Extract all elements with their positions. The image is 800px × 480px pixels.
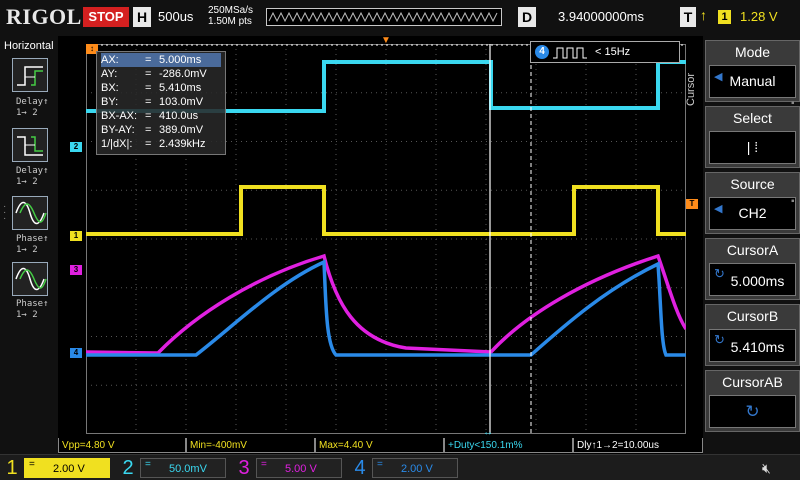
trigger-level-marker[interactable]: T — [686, 199, 698, 209]
cursor-a-button[interactable]: CursorA ↻ 5.000ms — [705, 238, 800, 300]
acquisition-info: 250MSa/s 1.50M pts — [208, 5, 253, 27]
status-bar: RIGOL STOP H 500us 250MSa/s 1.50M pts D … — [0, 0, 800, 36]
cursor-b-title: CursorB — [726, 308, 779, 324]
memory-overview-bar — [266, 8, 502, 26]
measure-duty[interactable]: +Duty<150.1m% — [444, 438, 573, 453]
run-stop-button[interactable]: STOP — [83, 7, 129, 27]
ch1-coupling: = — [29, 459, 35, 470]
phase-fall-button[interactable] — [12, 262, 48, 296]
ch2-number: 2 — [122, 457, 134, 479]
cursor-ab-title: CursorAB — [722, 374, 783, 390]
trigger-edge-icon: ↑ — [700, 7, 707, 23]
cursor-ab-button[interactable]: CursorAB ↻ — [705, 370, 800, 432]
cursor-dx-row: BX-AX: = 410.0us — [101, 110, 199, 122]
frequency-counter[interactable]: 4 < 15Hz — [530, 41, 680, 63]
trigger-label: T — [680, 7, 696, 27]
delay-rise-icon — [17, 66, 43, 86]
ch4-scale: 2.00 V — [401, 463, 433, 475]
horizontal-menu: Horizontal Delay↑ 1→ 2 Delay↑ 1→ 2 · · · P… — [0, 36, 58, 454]
timebase-value[interactable]: 500us — [158, 9, 193, 24]
delay-rise-button[interactable] — [12, 58, 48, 92]
ch1-status[interactable]: 1 = 2.00 V — [0, 455, 114, 480]
ch3-number: 3 — [238, 457, 250, 479]
cursor-ab-knob-icon: ↻ — [745, 402, 760, 421]
select-title: Select — [733, 110, 772, 126]
select-value: | ⁞ — [746, 139, 759, 155]
ch2-marker[interactable]: 2 — [70, 142, 82, 152]
cursor-readout: AX: = 5.000ms AY: = -286.0mV BX: = 5.410ms BY:… — [96, 51, 226, 155]
mode-button[interactable]: Mode ◀ Manual — [705, 40, 800, 102]
phase-rise-icon — [15, 201, 47, 225]
ch3-marker[interactable]: 3 — [70, 265, 82, 275]
source-title: Source — [730, 176, 775, 192]
trigger-level[interactable]: 1.28 V — [740, 9, 778, 24]
freq-value: < 15Hz — [595, 46, 631, 58]
cursor-ay-row: AY: = -286.0mV — [101, 68, 207, 80]
measure-vpp[interactable]: Vpp=4.80 V — [58, 438, 186, 453]
trigger-source: 1 — [718, 10, 731, 24]
ch2-scale: 50.0mV — [169, 463, 207, 475]
source-button[interactable]: Source ◀ CH2 — [705, 172, 800, 234]
phase-fall-icon — [15, 267, 47, 291]
measure-delay[interactable]: Dly↑1→2=10.00us — [573, 438, 703, 453]
cursor-menu: Cursor Mode ◀ Manual Select | ⁞ Source ◀… — [685, 36, 800, 454]
delay-fall-button[interactable] — [12, 128, 48, 162]
ch4-coupling: = — [377, 459, 383, 470]
delay-value[interactable]: 3.94000000ms — [558, 9, 644, 24]
cursor-bx-row: BX: = 5.410ms — [101, 82, 202, 94]
select-button[interactable]: Select | ⁞ — [705, 106, 800, 168]
sample-rate: 250MSa/s — [208, 5, 254, 16]
cursor-b-value: 5.410ms — [730, 339, 785, 355]
mode-title: Mode — [734, 44, 771, 60]
pulse-train-icon — [553, 47, 587, 59]
scroll-up-dot-icon: ▪ — [791, 98, 795, 109]
ch3-status[interactable]: 3 = 5.00 V — [232, 455, 346, 480]
source-value: CH2 — [738, 205, 767, 221]
ch3-coupling: = — [261, 459, 267, 470]
ch1-marker[interactable]: 1 — [70, 231, 82, 241]
measure-max[interactable]: Max=4.40 V — [315, 438, 444, 453]
cursor-b-button[interactable]: CursorB ↻ 5.410ms — [705, 304, 800, 366]
ch3-scale: 5.00 V — [285, 463, 317, 475]
cursor-ax-row: AX: = 5.000ms — [101, 53, 221, 67]
delay-rise-label: Delay↑ 1→ 2 — [16, 97, 49, 118]
speaker-muted-icon[interactable]: 🔇︎ — [762, 460, 771, 477]
brand-logo: RIGOL — [6, 4, 82, 29]
cursor-by-row: BY: = 103.0mV — [101, 96, 204, 108]
mode-value: Manual — [729, 73, 776, 89]
delay-fall-label: Delay↑ 1→ 2 — [16, 166, 49, 187]
measure-min[interactable]: Min=-400mV — [186, 438, 315, 453]
channel-bar: 1 = 2.00 V 2 = 50.0mV 3 = 5.00 V 4 = 2.0… — [0, 454, 800, 480]
ch4-number: 4 — [354, 457, 366, 479]
phase-rise-button[interactable] — [12, 196, 48, 230]
scroll-dots-icon: · · · — [3, 201, 7, 224]
delay-fall-icon — [17, 136, 43, 156]
trigger-delay-marker: ▼ — [381, 35, 391, 46]
memory-overview-icon — [268, 11, 498, 23]
horizontal-label: H — [133, 7, 151, 27]
menu-vertical-label: Cursor — [685, 72, 697, 106]
ch1-number: 1 — [6, 457, 18, 479]
cursor-a-title: CursorA — [726, 242, 779, 258]
ch4-marker[interactable]: 4 — [70, 348, 82, 358]
memory-depth: 1.50M pts — [208, 16, 252, 27]
phase-fall-label: Phase↑ 1→ 2 — [16, 299, 49, 320]
ch2-status[interactable]: 2 = 50.0mV — [116, 455, 230, 480]
ch4-status[interactable]: 4 = 2.00 V — [348, 455, 462, 480]
cursor-freq-row: 1/|dX|: = 2.439kHz — [101, 138, 206, 150]
phase-rise-label: Phase↑ 1→ 2 — [16, 234, 49, 255]
ch2-coupling: = — [145, 459, 151, 470]
horizontal-title: Horizontal — [4, 40, 54, 52]
delay-label: D — [518, 7, 536, 27]
measurement-bar: Vpp=4.80 V Min=-400mV Max=4.40 V +Duty<1… — [58, 437, 703, 454]
ch1-scale: 2.00 V — [53, 463, 85, 475]
cursor-dy-row: BY-AY: = 389.0mV — [101, 124, 204, 136]
scroll-mid-dot-icon: ▪ — [791, 196, 795, 207]
freq-channel-badge: 4 — [535, 45, 549, 59]
cursor-a-value: 5.000ms — [730, 273, 785, 289]
